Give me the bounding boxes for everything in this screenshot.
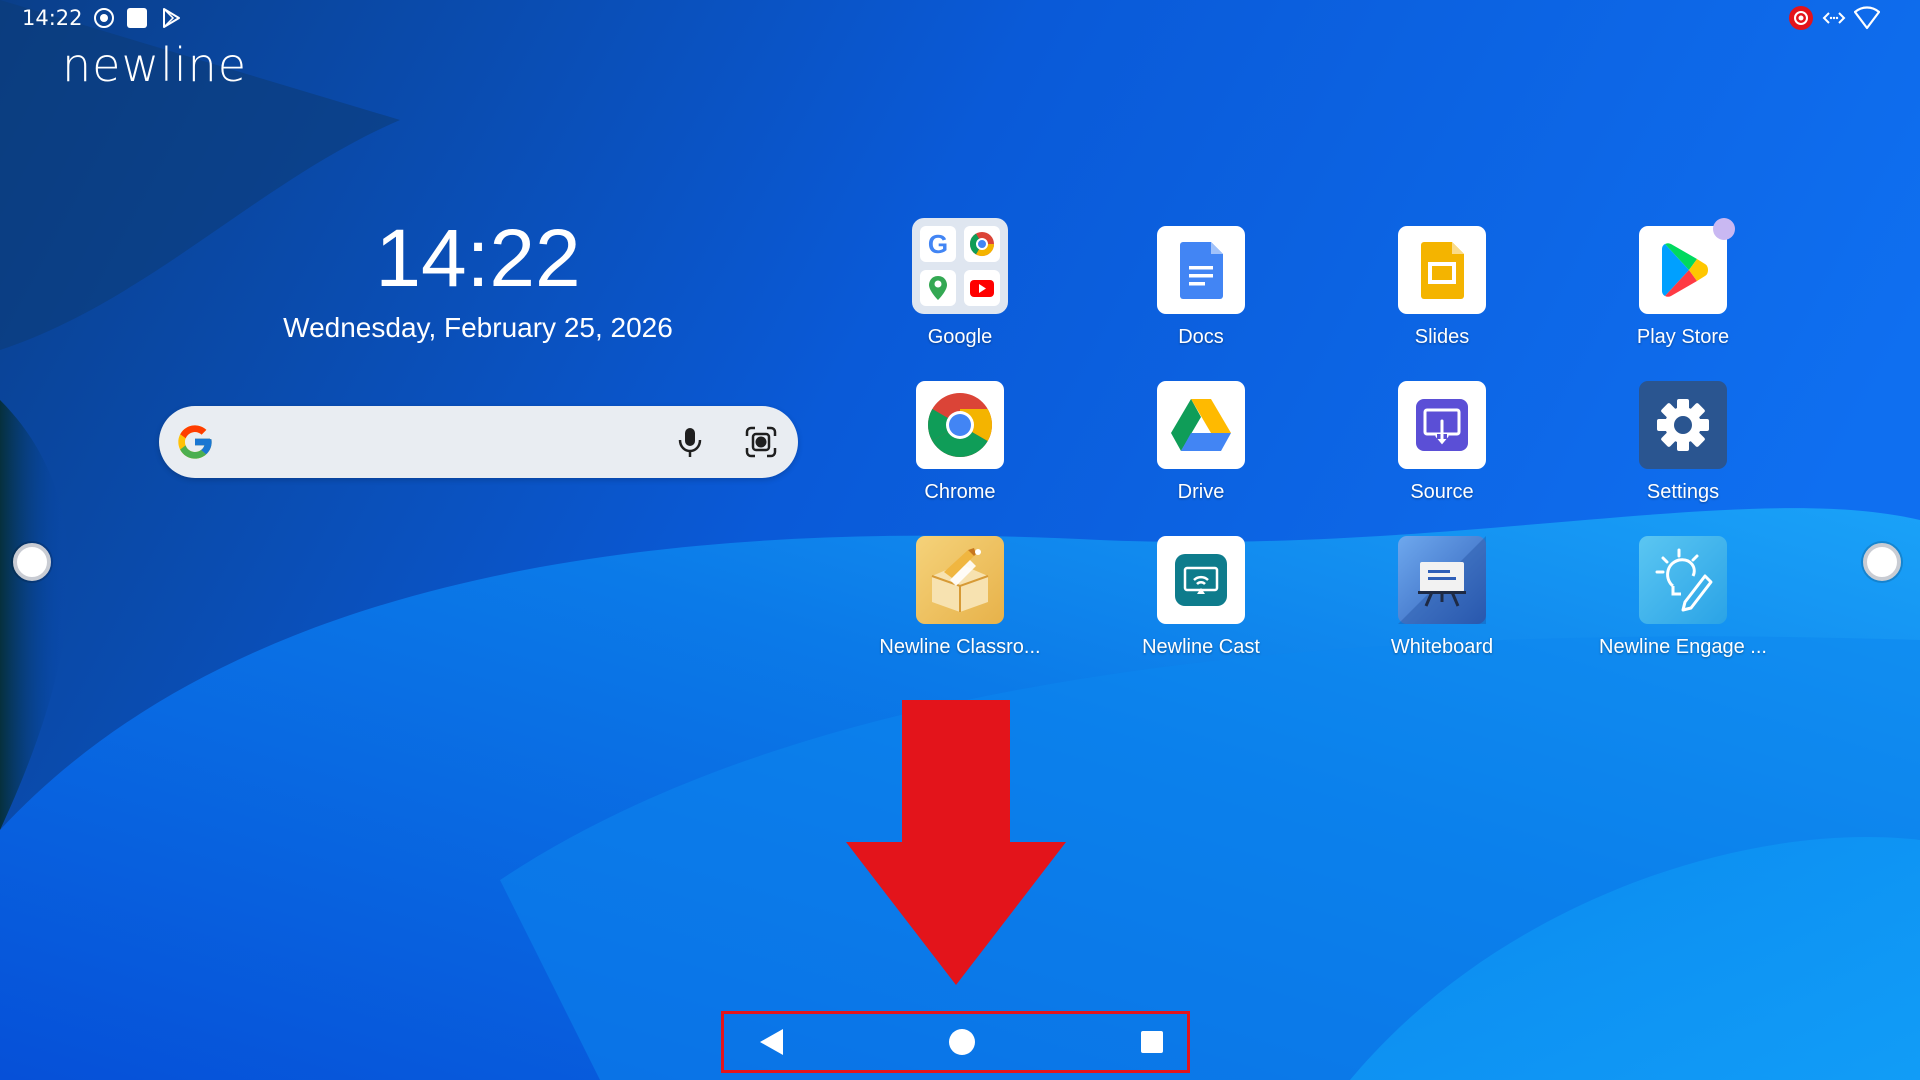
google-folder-icon: G (912, 218, 1008, 314)
google-g-icon (178, 425, 212, 459)
wifi-icon (1854, 6, 1880, 30)
back-icon (760, 1029, 783, 1055)
square-app-icon (126, 8, 147, 28)
app-label: Source (1410, 481, 1474, 503)
home-button[interactable] (932, 1014, 992, 1070)
app-newline-classroom[interactable]: Newline Classro... (860, 536, 1060, 659)
app-label: Play Store (1636, 326, 1730, 348)
app-label: Google (927, 326, 993, 348)
left-side-toolbar-handle[interactable] (13, 543, 51, 581)
app-slides[interactable]: Slides (1342, 226, 1542, 349)
app-source[interactable]: Source (1342, 381, 1542, 504)
home-icon (949, 1029, 975, 1055)
newline-engage-icon (1639, 536, 1727, 624)
play-store-icon (162, 8, 180, 28)
record-icon (93, 8, 114, 28)
app-label: Slides (1414, 326, 1470, 348)
app-chrome[interactable]: Chrome (860, 381, 1060, 504)
app-label: Whiteboard (1390, 636, 1494, 658)
app-label: Newline Classro... (879, 636, 1041, 658)
newline-classroom-icon (916, 536, 1004, 624)
app-play-store[interactable]: Play Store (1583, 218, 1783, 349)
screen-record-icon (1789, 6, 1813, 30)
docs-icon (1157, 226, 1245, 314)
status-bar-right (1788, 4, 1880, 32)
app-newline-cast[interactable]: Newline Cast (1101, 536, 1301, 659)
clock-date[interactable]: Wednesday, February 25, 2026 (228, 312, 728, 344)
home-screen: 14:22 newline 14:22 Wednesday, February … (0, 0, 1920, 1080)
app-newline-engage[interactable]: Newline Engage ... (1583, 536, 1783, 659)
mic-icon[interactable] (672, 424, 708, 460)
app-google-folder[interactable]: G Google (860, 218, 1060, 349)
play-store-icon (1639, 218, 1735, 314)
right-side-toolbar-handle[interactable] (1863, 543, 1901, 581)
newline-logo: newline (62, 38, 248, 92)
app-label: Drive (1177, 481, 1225, 503)
lens-icon[interactable] (743, 424, 779, 460)
chrome-icon (916, 381, 1004, 469)
recents-icon (1141, 1031, 1163, 1053)
app-label: Chrome (924, 481, 996, 503)
status-time: 14:22 (22, 6, 83, 30)
app-settings[interactable]: Settings (1583, 381, 1783, 504)
app-label: Newline Engage ... (1599, 636, 1767, 658)
app-drive[interactable]: Drive (1101, 381, 1301, 504)
code-icon (1822, 12, 1846, 24)
annotation-arrow-down-icon (846, 700, 1066, 985)
app-docs[interactable]: Docs (1101, 226, 1301, 349)
slides-icon (1398, 226, 1486, 314)
svg-text:G: G (928, 229, 948, 259)
app-label: Docs (1178, 326, 1224, 348)
app-whiteboard[interactable]: Whiteboard (1342, 536, 1542, 659)
status-bar-left: 14:22 (22, 4, 183, 32)
back-button[interactable] (742, 1014, 802, 1070)
notification-dot (1713, 218, 1735, 240)
whiteboard-icon (1398, 536, 1486, 624)
navigation-bar-highlight (721, 1011, 1190, 1073)
drive-icon (1157, 381, 1245, 469)
app-label: Settings (1646, 481, 1720, 503)
source-icon (1398, 381, 1486, 469)
newline-cast-icon (1157, 536, 1245, 624)
recents-button[interactable] (1122, 1014, 1182, 1070)
clock-time[interactable]: 14:22 (278, 212, 678, 306)
app-label: Newline Cast (1142, 636, 1260, 658)
settings-icon (1639, 381, 1727, 469)
google-search-bar[interactable] (159, 406, 798, 478)
